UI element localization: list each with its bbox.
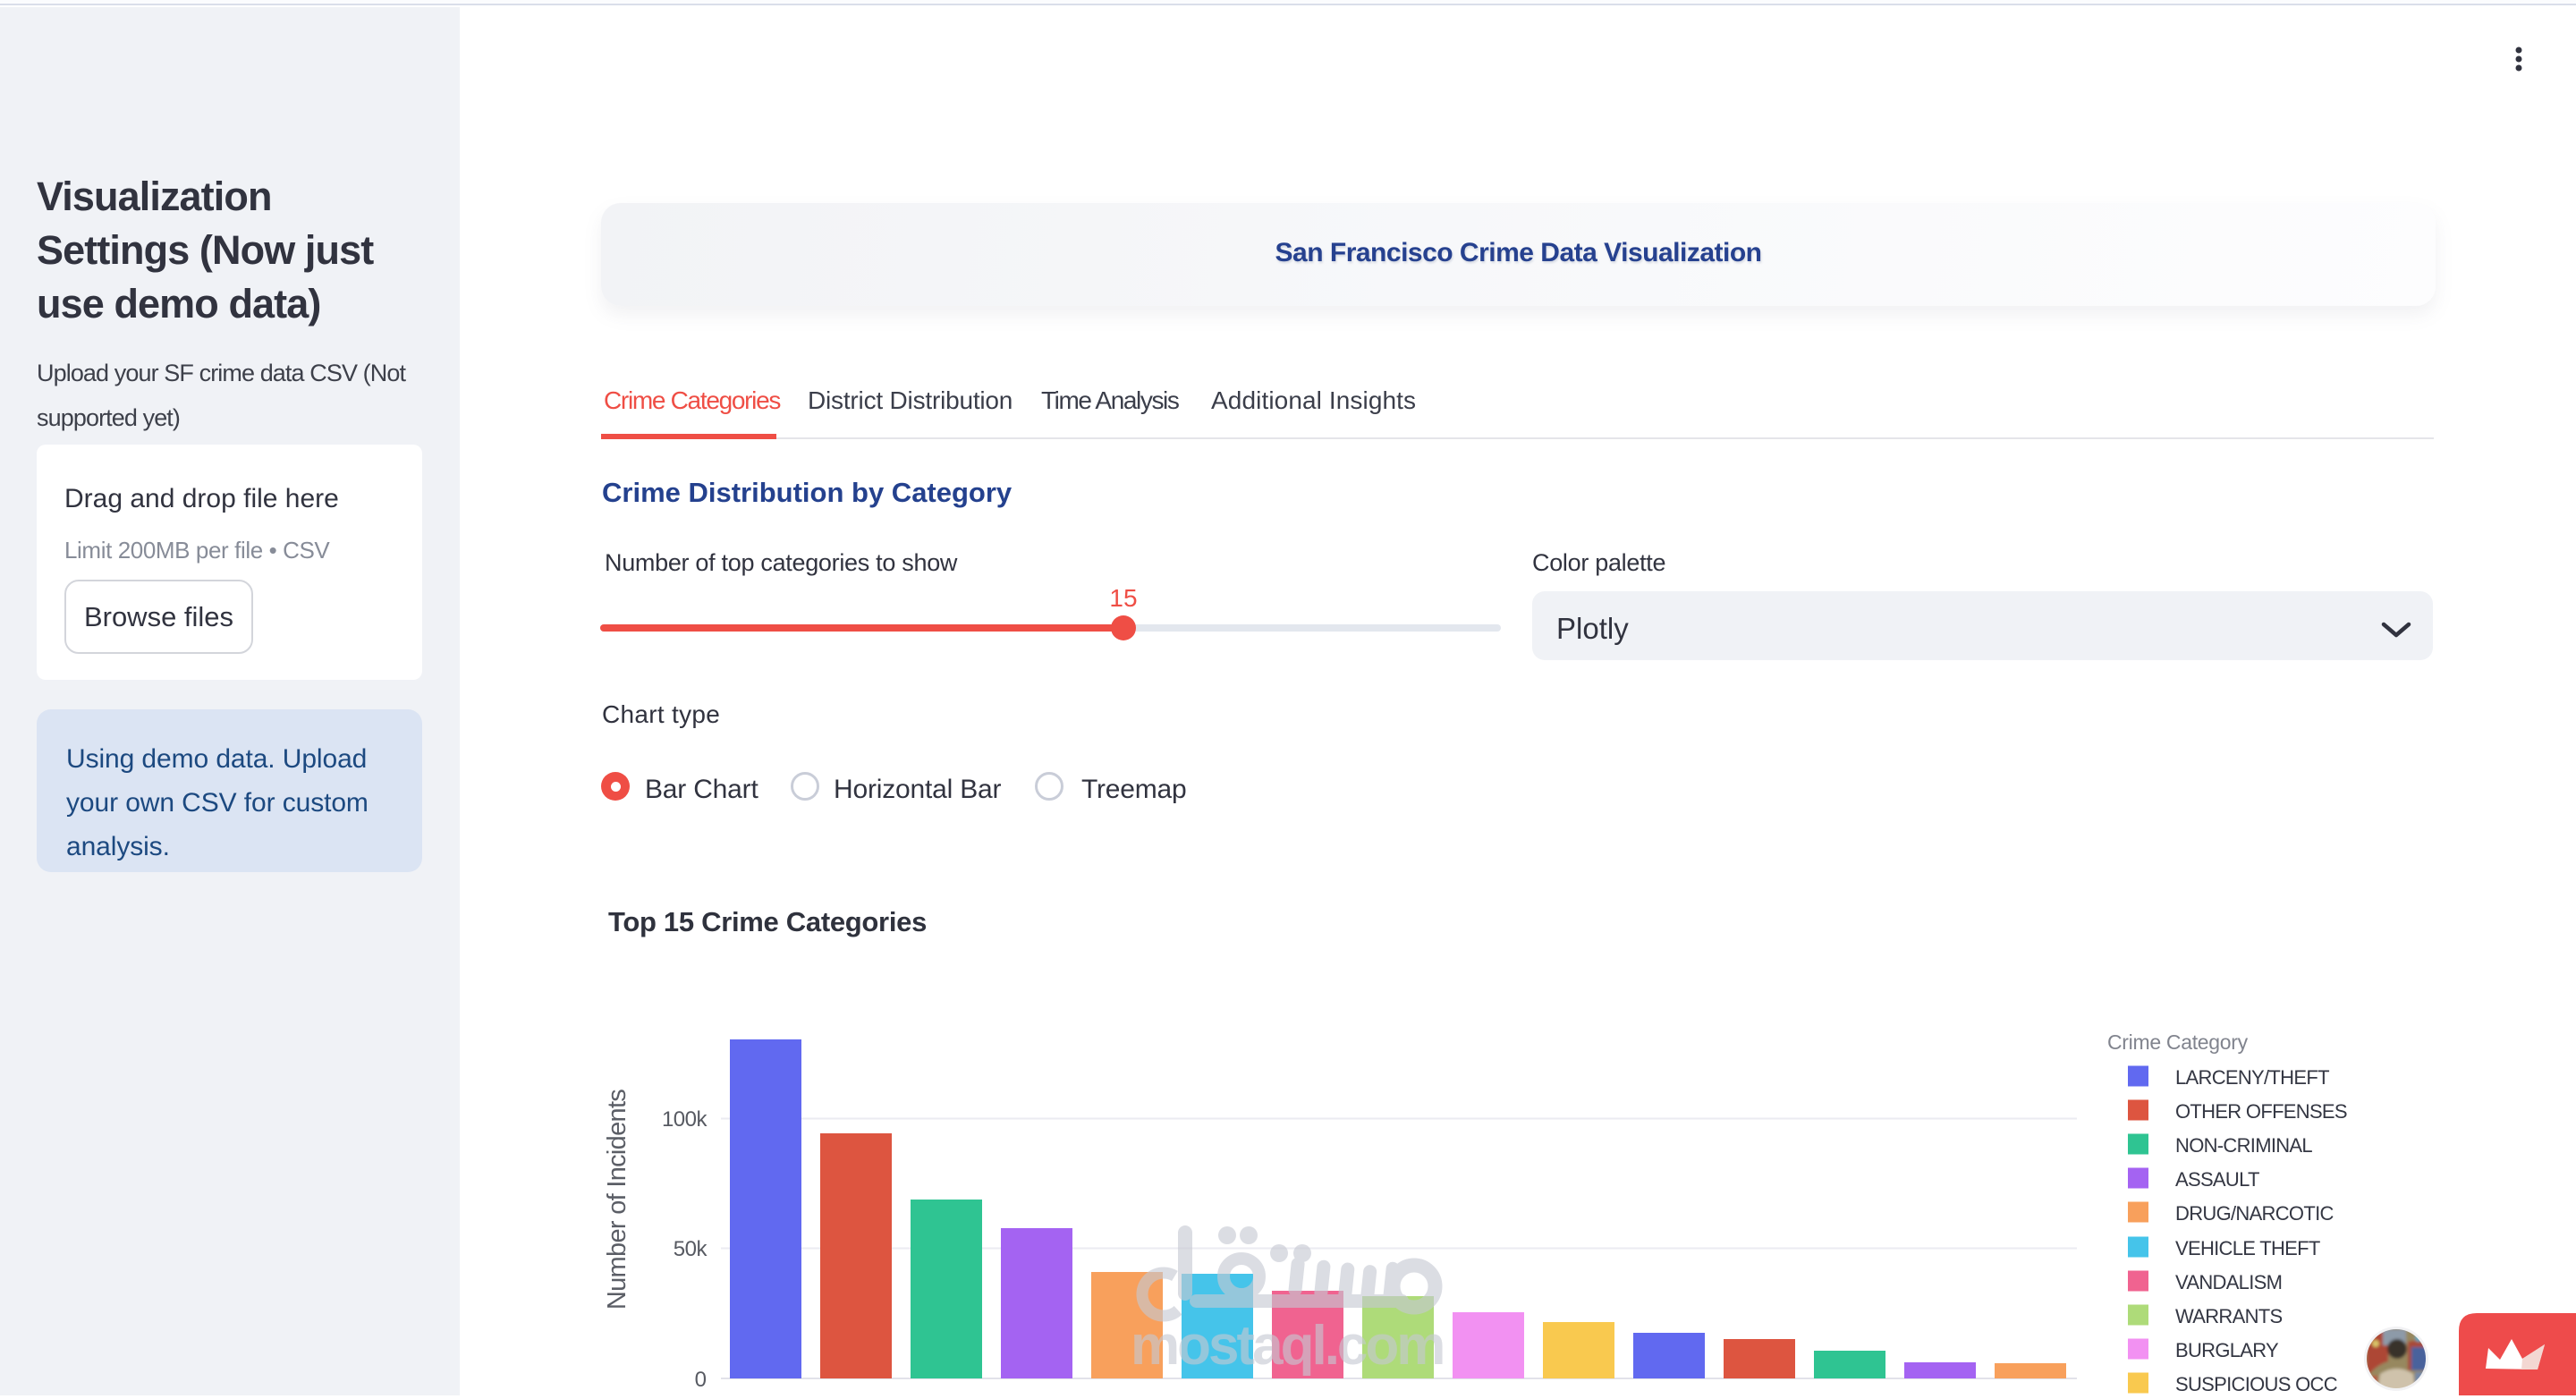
svg-text:mostaql.com: mostaql.com: [1131, 1315, 1443, 1377]
